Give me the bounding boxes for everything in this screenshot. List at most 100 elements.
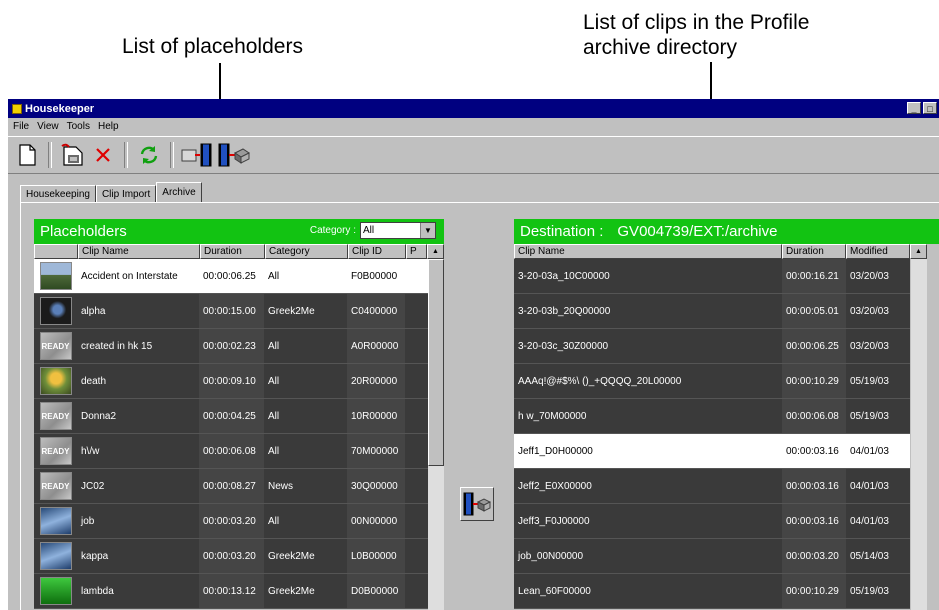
destination-row[interactable]: Lean_60F00000 00:00:10.29 05/19/03 [514, 574, 910, 609]
dest-duration-cell: 00:00:03.20 [782, 539, 846, 573]
clip-thumbnail [39, 297, 72, 325]
destination-row[interactable]: Jeff2_E0X00000 00:00:03.16 04/01/03 [514, 469, 910, 504]
chevron-down-icon[interactable]: ▼ [420, 223, 435, 238]
col-p[interactable]: P [406, 244, 427, 259]
callout-profile-archive: List of clips in the Profile archive dir… [583, 10, 809, 60]
dest-modified-cell: 05/19/03 [850, 410, 889, 422]
destination-row[interactable]: AAAq!@#$%\ ()_+QQQQ_20L00000 00:00:10.29 0… [514, 364, 910, 399]
menu-file[interactable]: File [10, 121, 34, 132]
placeholder-row[interactable]: READY Donna2 00:00:04.25 All 10R00000 [34, 399, 428, 434]
placeholder-row[interactable]: READY JC02 00:00:08.27 News 30Q00000 [34, 469, 428, 504]
placeholders-title: Placeholders [40, 223, 127, 240]
tab-clip-import[interactable]: Clip Import [95, 185, 157, 203]
dest-clip-name-cell: Jeff2_E0X00000 [518, 480, 592, 492]
col-duration[interactable]: Duration [200, 244, 265, 259]
placeholders-panel: Placeholders Category : All ▼ Clip Name … [34, 219, 444, 610]
menu-tools[interactable]: Tools [64, 121, 95, 132]
placeholders-column-headers: Clip Name Duration Category Clip ID P ▲ [34, 244, 444, 259]
placeholder-row[interactable]: Accident on Interstate 00:00:06.25 All F0B0… [34, 259, 428, 294]
import-clip-button[interactable] [180, 141, 216, 169]
scroll-up-button[interactable]: ▲ [427, 244, 444, 259]
tab-archive[interactable]: Archive [156, 182, 202, 203]
toolbar-separator [170, 142, 174, 168]
placeholder-row[interactable]: alpha 00:00:15.00 Greek2Me C0400000 [34, 294, 428, 329]
dest-col-clip-name[interactable]: Clip Name [514, 244, 782, 259]
archive-transfer-icon [218, 143, 250, 167]
dest-duration-cell: 00:00:03.16 [782, 504, 846, 538]
dest-clip-name-cell: Jeff3_F0J00000 [518, 515, 590, 527]
new-button[interactable] [12, 141, 42, 169]
dest-duration-cell: 00:00:05.01 [782, 294, 846, 328]
destination-row[interactable]: 3-20-03b_20Q00000 00:00:05.01 03/20/03 [514, 294, 910, 329]
dest-clip-name-cell: 3-20-03b_20Q00000 [518, 305, 611, 317]
category-cell: All [268, 445, 280, 457]
clip-id-cell: F0B00000 [351, 270, 398, 282]
destination-row[interactable]: h w_70M00000 00:00:06.08 05/19/03 [514, 399, 910, 434]
placeholder-row[interactable]: kappa 00:00:03.20 Greek2Me L0B00000 [34, 539, 428, 574]
dest-modified-cell: 03/20/03 [850, 270, 889, 282]
refresh-icon [140, 146, 158, 164]
delete-button[interactable] [88, 141, 118, 169]
destination-row[interactable]: Jeff3_F0J00000 00:00:03.16 04/01/03 [514, 504, 910, 539]
p-cell [405, 364, 426, 398]
destination-row[interactable]: 3-20-03a_10C00000 00:00:16.21 03/20/03 [514, 259, 910, 294]
dest-modified-cell: 04/01/03 [850, 445, 889, 457]
category-value: All [363, 225, 375, 236]
duration-cell: 00:00:02.23 [199, 329, 264, 363]
category-select[interactable]: All ▼ [360, 222, 436, 239]
duration-cell: 00:00:13.12 [199, 574, 264, 608]
menu-view[interactable]: View [34, 121, 64, 132]
destination-row[interactable]: 3-20-03c_30Z00000 00:00:06.25 03/20/03 [514, 329, 910, 364]
refresh-button[interactable] [134, 141, 164, 169]
dest-clip-name-cell: job_00N00000 [518, 550, 584, 562]
destination-scrollbar[interactable] [911, 259, 927, 610]
dest-col-modified[interactable]: Modified [846, 244, 910, 259]
placeholder-row[interactable]: READY h\/w 00:00:06.08 All 70M00000 [34, 434, 428, 469]
duration-cell: 00:00:03.20 [199, 539, 264, 573]
duration-cell: 00:00:08.27 [199, 469, 264, 503]
col-clip-id[interactable]: Clip ID [348, 244, 406, 259]
dest-duration-cell: 00:00:03.16 [782, 469, 846, 503]
placeholder-row[interactable]: job 00:00:03.20 All 00N00000 [34, 504, 428, 539]
destination-label: Destination : [520, 223, 604, 240]
ready-label: READY [41, 481, 70, 491]
maximize-button[interactable]: □ [923, 102, 937, 114]
category-cell: News [268, 480, 294, 492]
dest-clip-name-cell: h w_70M00000 [518, 410, 587, 422]
minimize-button[interactable]: _ [907, 102, 921, 114]
ready-label: READY [41, 411, 70, 421]
placeholder-row[interactable]: READY created in hk 15 00:00:02.23 All A0R00… [34, 329, 428, 364]
callout-profile-line2: archive directory [583, 36, 738, 59]
dest-clip-name-cell: AAAq!@#$%\ ()_+QQQQ_20L00000 [518, 375, 682, 387]
transfer-to-archive-button[interactable] [460, 487, 494, 521]
open-button[interactable] [58, 141, 88, 169]
thumbnail-cell [34, 504, 77, 538]
placeholder-row[interactable]: lambda 00:00:13.12 Greek2Me D0B00000 [34, 574, 428, 609]
duration-cell: 00:00:15.00 [199, 294, 264, 328]
dest-clip-name-cell: 3-20-03c_30Z00000 [518, 340, 609, 352]
ready-label: READY [41, 341, 70, 351]
placeholder-row[interactable]: death 00:00:09.10 All 20R00000 [34, 364, 428, 399]
destination-row[interactable]: Jeff1_D0H00000 00:00:03.16 04/01/03 [514, 434, 910, 469]
placeholders-scrollbar[interactable] [428, 259, 444, 610]
thumbnail-cell: READY [34, 434, 77, 468]
tab-housekeeping[interactable]: Housekeeping [20, 185, 96, 203]
destination-column-headers: Clip Name Duration Modified ▲ [514, 244, 939, 259]
destination-row[interactable]: job_00N00000 00:00:03.20 05/14/03 [514, 539, 910, 574]
dest-clip-name-cell: 3-20-03a_10C00000 [518, 270, 610, 282]
col-thumb[interactable] [34, 244, 78, 259]
col-category[interactable]: Category [265, 244, 348, 259]
dest-col-duration[interactable]: Duration [782, 244, 846, 259]
archive-transfer-button[interactable] [216, 141, 252, 169]
col-clip-name[interactable]: Clip Name [78, 244, 200, 259]
placeholders-list: Accident on Interstate 00:00:06.25 All F0B0… [34, 259, 444, 609]
menu-help[interactable]: Help [95, 121, 124, 132]
duration-cell: 00:00:04.25 [199, 399, 264, 433]
placeholders-scroll-thumb[interactable] [428, 259, 444, 466]
destination-path: GV004739/EXT:/archive [617, 223, 778, 240]
duration-cell: 00:00:06.08 [199, 434, 264, 468]
clip-thumbnail [39, 507, 72, 535]
dest-scroll-up-button[interactable]: ▲ [910, 244, 927, 259]
dest-clip-name-cell: Lean_60F00000 [518, 585, 591, 597]
clip-thumbnail: READY [39, 402, 72, 430]
